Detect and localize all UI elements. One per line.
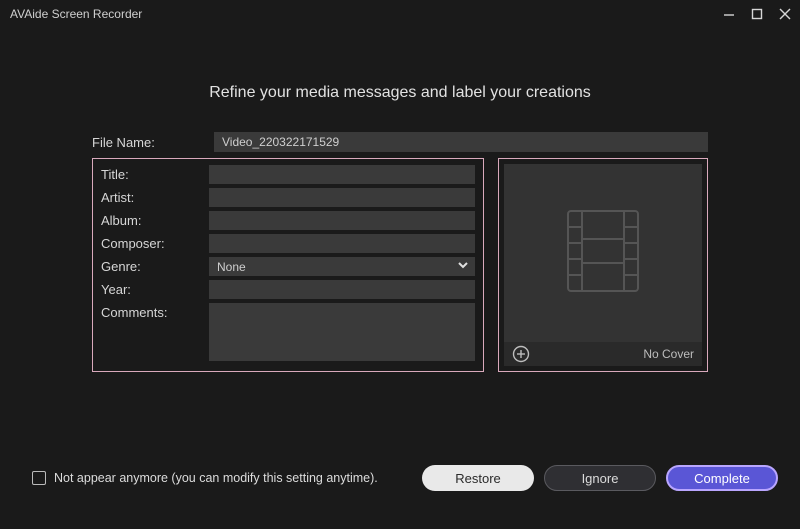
ignore-button[interactable]: Ignore [544,465,656,491]
composer-label: Composer: [101,236,201,251]
composer-row: Composer: [101,234,475,253]
complete-button[interactable]: Complete [666,465,778,491]
film-icon [558,201,648,306]
title-row: Title: [101,165,475,184]
artist-input[interactable] [209,188,475,207]
window-controls [722,7,792,21]
genre-value[interactable] [209,257,475,276]
app-title: AVAide Screen Recorder [10,7,722,21]
comments-row: Comments: [101,303,475,361]
comments-input[interactable] [209,303,475,361]
metadata-pane: Title: Artist: Album: Composer: Genre: [92,158,484,372]
restore-button[interactable]: Restore [422,465,534,491]
close-icon[interactable] [778,7,792,21]
add-cover-button[interactable] [512,345,530,363]
file-name-label: File Name: [92,135,202,150]
footer: Not appear anymore (you can modify this … [0,465,800,491]
file-name-input[interactable] [214,132,708,152]
genre-row: Genre: [101,257,475,276]
year-label: Year: [101,282,201,297]
checkbox-label: Not appear anymore (you can modify this … [54,471,378,485]
album-label: Album: [101,213,201,228]
year-input[interactable] [209,280,475,299]
cover-bar: No Cover [504,342,702,366]
cover-preview [504,164,702,342]
comments-label: Comments: [101,303,201,320]
year-row: Year: [101,280,475,299]
title-bar: AVAide Screen Recorder [0,0,800,28]
file-name-row: File Name: [92,132,708,158]
columns: Title: Artist: Album: Composer: Genre: [92,158,708,372]
album-row: Album: [101,211,475,230]
genre-label: Genre: [101,259,201,274]
artist-row: Artist: [101,188,475,207]
not-appear-checkbox[interactable]: Not appear anymore (you can modify this … [32,471,412,485]
form-area: File Name: Title: Artist: Album: Compose… [92,132,708,372]
title-input[interactable] [209,165,475,184]
no-cover-label: No Cover [643,347,694,361]
cover-pane: No Cover [498,158,708,372]
page-heading: Refine your media messages and label you… [0,84,800,102]
album-input[interactable] [209,211,475,230]
artist-label: Artist: [101,190,201,205]
title-label: Title: [101,167,201,182]
genre-select[interactable] [209,257,475,276]
maximize-icon[interactable] [750,7,764,21]
checkbox-icon [32,471,46,485]
composer-input[interactable] [209,234,475,253]
minimize-icon[interactable] [722,7,736,21]
